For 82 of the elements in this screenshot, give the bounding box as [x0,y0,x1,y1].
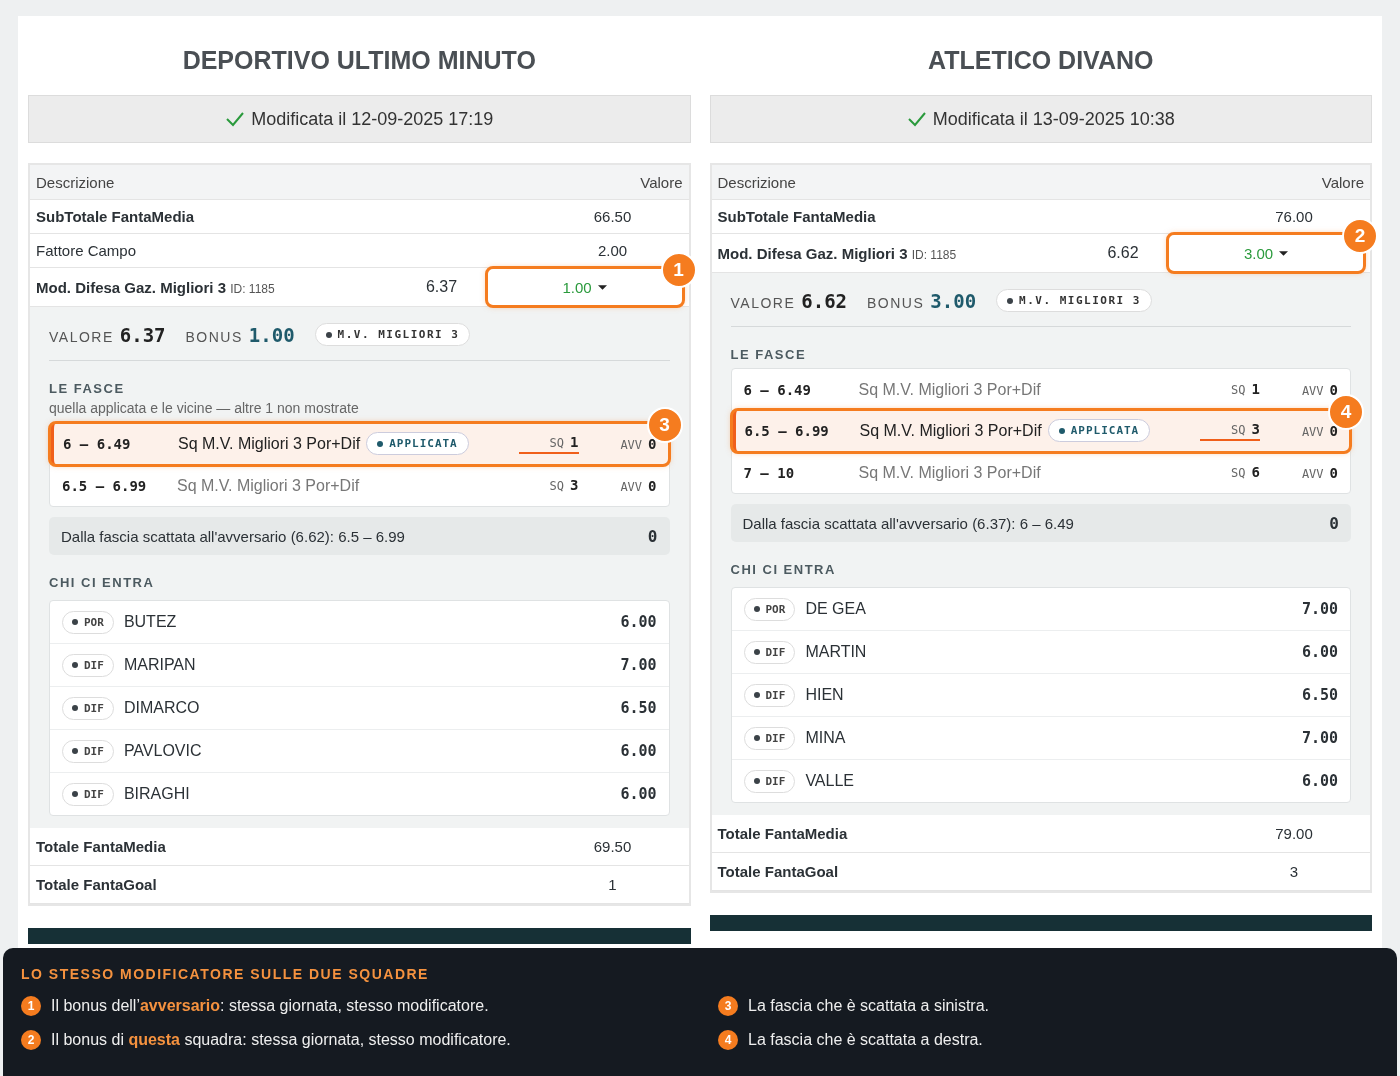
row-value: 76.00 [1275,208,1313,225]
team-title: ATLETICO DIVANO [927,46,1155,75]
player-name: BUTEZ [123,613,178,631]
player-score: 7.00 [1301,729,1338,747]
player-name: BIRAGHI [123,785,191,803]
player-name: DIMARCO [123,699,201,717]
modifier-label: Mod. Difesa Gaz. Migliori 3 [717,244,908,262]
player-score: 6.00 [1301,643,1338,661]
section-title: LE FASCE [49,381,126,396]
row-label: Fattore Campo [36,242,138,259]
modifier-id: ID: 1185 [230,281,275,296]
band-row-text: 6.5 – 6.99 Sq M.V. Migliori 3 Por+Dif SQ 3 AVV 0 [61,475,658,496]
player-score: 6.50 [1301,686,1338,704]
legend-number: 2 [21,1030,41,1050]
row-value: 66.50 [593,208,632,225]
section-note: quella applicata e le vicine — altre 1 non mostrate [49,400,360,416]
section-title: CHI CI ENTRA [49,575,156,590]
stat-label: VALORE [49,328,114,345]
column-header: Valore [640,173,683,191]
total-value: 79.00 [1275,825,1313,842]
total-label: Totale FantaGoal [36,876,158,893]
section-title: LE FASCE [730,347,808,362]
stat-value: 3.00 [930,289,977,312]
section-title: CHI CI ENTRA [730,562,837,577]
stat-value: 6.62 [801,289,848,312]
player-name: PAVLOVIC [123,742,203,760]
legend-number: 3 [718,996,738,1016]
column-header: Descrizione [36,173,115,191]
player-name: VALLE [805,772,855,790]
team-title: DEPORTIVO ULTIMO MINUTO [181,46,537,75]
column-header: Descrizione [717,173,796,191]
player-score: 6.00 [620,785,657,803]
caret-icon [1279,250,1289,256]
stat-label: BONUS [867,294,925,311]
legend-text: Il bonus dell’avversario: stessa giornata, stesso modificatore. [51,997,489,1015]
legend-title: LO STESSO MODIFICATORE SULLE DUE SQUADRE [21,966,430,982]
legend-text: Il bonus di questa squadra: stessa giornata, stesso modificatore. [51,1031,511,1049]
caret-icon [597,284,607,290]
legend-number: 1 [21,996,41,1016]
legend-text: La fascia che è scattata a destra. [748,1031,983,1049]
player-score: 6.50 [620,699,657,717]
modifier-tag: M.V. MIGLIORI 3 [996,289,1152,312]
stat-value: 6.37 [119,323,166,346]
column-header: Valore [1321,173,1364,191]
opponent-band-note: Dalla fascia scattata all'avversario (6.62): 6.5 – 6.99 0 [49,517,670,555]
row-value: 2.00 [597,242,628,259]
row-label: SubTotale FantaMedia [36,208,196,225]
total-label: Totale FantaGoal [717,863,840,880]
stat-label: VALORE [730,294,796,311]
total-value: 3 [1289,863,1299,880]
total-value: 1 [608,876,617,893]
player-name: DE GEA [805,600,867,618]
band-row-text: 7 – 10 Sq M.V. Migliori 3 Por+Dif SQ 6 AVV 0 [742,462,1339,483]
player-score: 6.00 [620,742,657,760]
stat-label: BONUS [185,328,243,345]
player-name: MINA [805,729,847,747]
legend-number: 4 [718,1030,738,1050]
player-score: 7.00 [1301,600,1338,618]
player-score: 6.00 [1301,772,1338,790]
player-name: MARTIN [805,643,868,661]
legend-text: La fascia che è scattata a sinistra. [748,997,989,1015]
row-label: SubTotale FantaMedia [717,208,877,225]
check-icon [225,111,246,127]
callout-badge: 1 [660,252,697,288]
modifier-label: Mod. Difesa Gaz. Migliori 3 [36,278,227,296]
modifier-tag: M.V. MIGLIORI 3 [314,323,471,346]
player-name: MARIPAN [123,656,197,674]
total-label: Totale FantaMedia [36,838,167,855]
total-value: 69.50 [593,838,632,855]
modified-text: Modificata il 12-09-2025 17:19 [251,108,494,130]
total-label: Totale FantaMedia [717,825,849,842]
stat-value: 1.00 [248,323,295,346]
callout-badge: 2 [1342,218,1378,254]
player-score: 6.00 [620,613,657,631]
check-icon [906,111,927,127]
opponent-band-note: Dalla fascia scattata all'avversario (6.37): 6 – 6.49 0 [730,504,1351,542]
modified-text: Modificata il 13-09-2025 10:38 [932,108,1175,130]
modifier-id: ID: 1185 [911,247,957,262]
player-score: 7.00 [620,656,657,674]
modifier-reading: 6.37 [424,278,459,296]
modifier-reading: 6.62 [1106,244,1140,262]
player-name: HIEN [805,686,845,704]
